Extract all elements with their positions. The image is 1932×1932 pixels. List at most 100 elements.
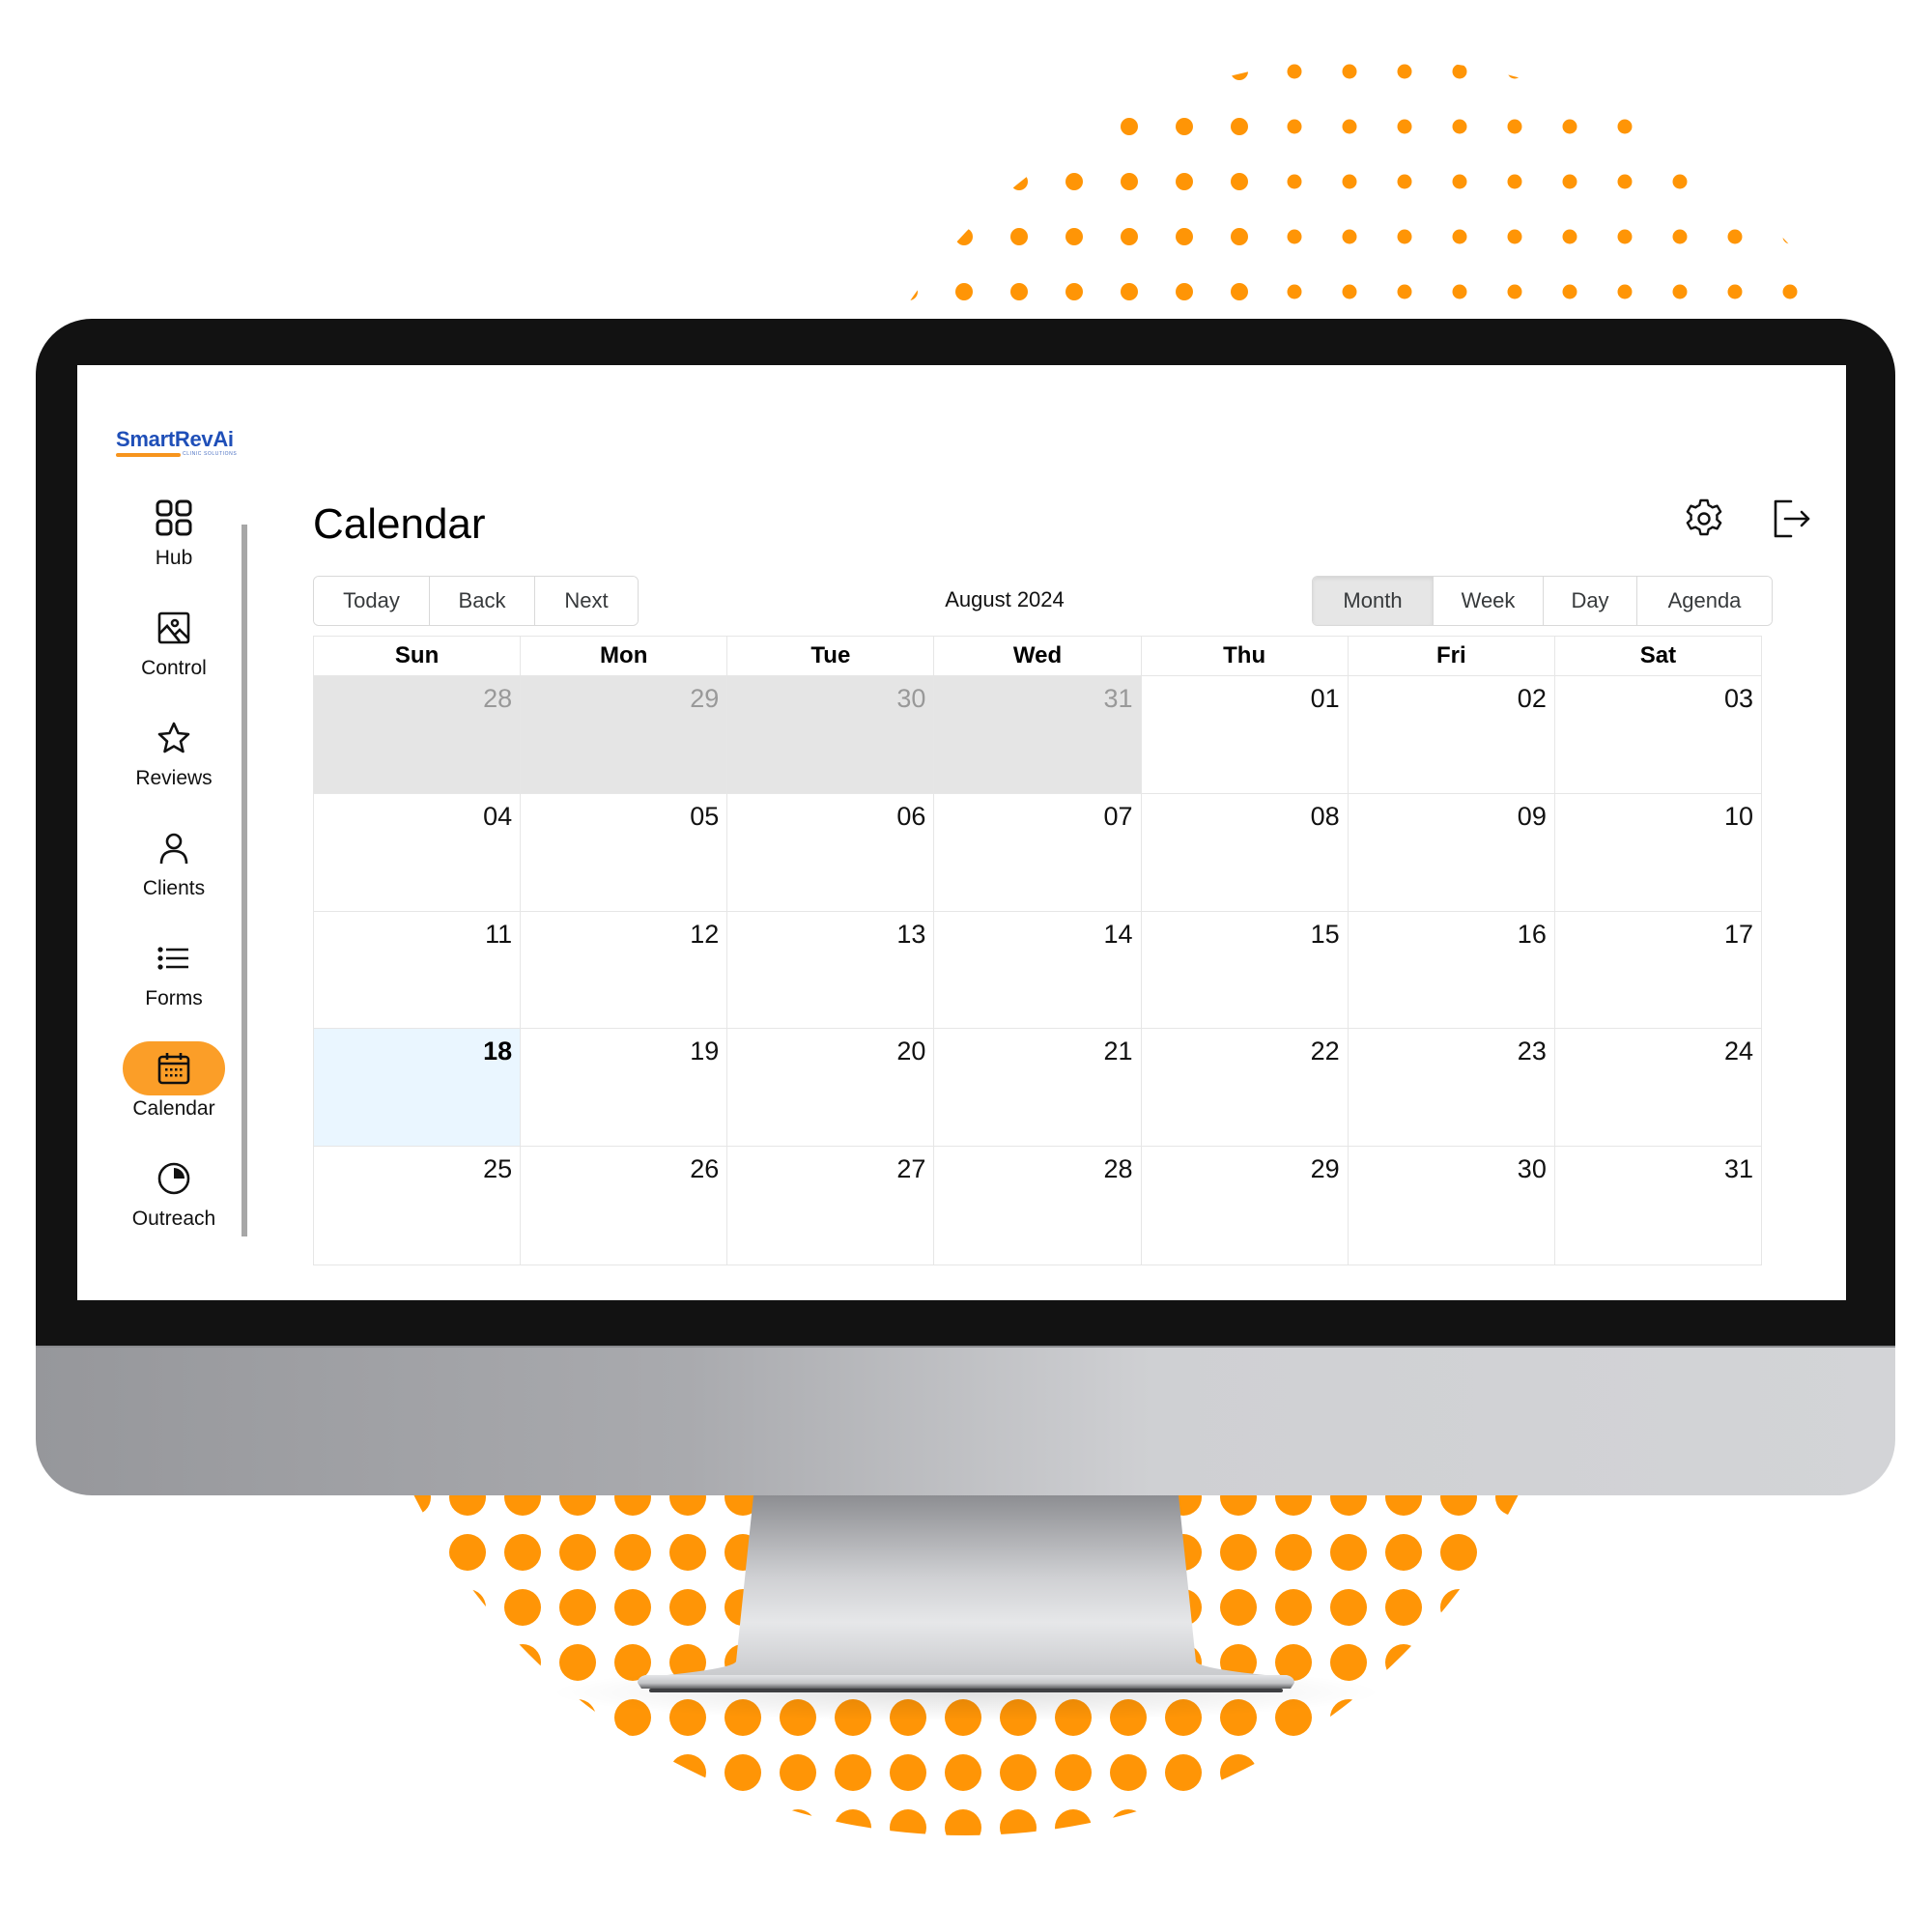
day-cell[interactable]: 04 bbox=[314, 793, 522, 911]
day-number[interactable]: 12 bbox=[690, 920, 719, 950]
day-cell[interactable]: 10 bbox=[1555, 794, 1761, 911]
sidebar-scrollbar[interactable] bbox=[242, 525, 247, 1236]
decor-dot bbox=[614, 1809, 651, 1835]
sidebar-item-hub[interactable]: Hub bbox=[118, 491, 230, 587]
day-cell[interactable]: 05 bbox=[521, 793, 728, 911]
sidebar-item-calendar[interactable]: Calendar bbox=[118, 1041, 230, 1138]
day-number[interactable]: 07 bbox=[1104, 802, 1133, 832]
day-number[interactable]: 30 bbox=[1518, 1154, 1547, 1184]
day-cell[interactable]: 19 bbox=[521, 1029, 728, 1147]
day-number[interactable]: 31 bbox=[1724, 1154, 1753, 1184]
day-number[interactable]: 02 bbox=[1518, 684, 1547, 714]
day-cell[interactable]: 31 bbox=[1555, 1147, 1761, 1264]
decor-dot bbox=[1452, 229, 1467, 244]
day-cell[interactable]: 23 bbox=[1349, 1029, 1555, 1147]
day-number[interactable]: 31 bbox=[1104, 684, 1133, 714]
day-cell[interactable]: 14 bbox=[934, 911, 1142, 1029]
day-cell[interactable]: 21 bbox=[934, 1029, 1142, 1147]
decor-dot bbox=[1550, 1644, 1584, 1681]
day-number[interactable]: 11 bbox=[485, 920, 512, 950]
view-month-button[interactable]: Month bbox=[1313, 577, 1434, 625]
day-cell[interactable]: 11 bbox=[314, 911, 522, 1029]
day-cell[interactable]: 12 bbox=[521, 911, 728, 1029]
day-cell[interactable]: 15 bbox=[1142, 911, 1349, 1029]
day-number[interactable]: 29 bbox=[690, 684, 719, 714]
day-number[interactable]: 28 bbox=[483, 684, 512, 714]
day-cell[interactable]: 29 bbox=[1142, 1147, 1349, 1264]
decor-dot bbox=[1605, 1644, 1642, 1681]
day-number[interactable]: 18 bbox=[483, 1037, 512, 1066]
day-cell-off-range[interactable]: 29 bbox=[521, 676, 728, 793]
view-week-button[interactable]: Week bbox=[1434, 577, 1544, 625]
day-number[interactable]: 14 bbox=[1104, 920, 1133, 950]
day-number[interactable]: 10 bbox=[1724, 802, 1753, 832]
week-row: 25 26 27 28 29 30 31 bbox=[314, 1147, 1761, 1264]
next-button[interactable]: Next bbox=[535, 577, 638, 625]
sidebar-item-forms[interactable]: Forms bbox=[118, 931, 230, 1028]
day-cell[interactable]: 09 bbox=[1349, 793, 1555, 911]
day-cell[interactable]: 03 bbox=[1555, 676, 1761, 793]
day-number[interactable]: 04 bbox=[483, 802, 512, 832]
day-cell-off-range[interactable]: 31 bbox=[934, 676, 1142, 793]
back-button[interactable]: Back bbox=[430, 577, 535, 625]
day-cell[interactable]: 02 bbox=[1349, 676, 1555, 793]
view-day-button[interactable]: Day bbox=[1544, 577, 1637, 625]
day-cell[interactable]: 13 bbox=[727, 911, 935, 1029]
day-number[interactable]: 17 bbox=[1724, 920, 1753, 950]
user-icon bbox=[123, 821, 225, 875]
day-cell[interactable]: 22 bbox=[1142, 1029, 1349, 1147]
day-number[interactable]: 26 bbox=[690, 1154, 719, 1184]
day-number[interactable]: 23 bbox=[1518, 1037, 1547, 1066]
day-number[interactable]: 24 bbox=[1724, 1037, 1753, 1066]
settings-button[interactable] bbox=[1681, 496, 1727, 542]
sidebar-item-outreach[interactable]: Outreach bbox=[118, 1151, 230, 1248]
decor-dot bbox=[348, 1534, 376, 1571]
day-cell[interactable]: 28 bbox=[934, 1147, 1142, 1264]
day-cell[interactable]: 01 bbox=[1142, 676, 1349, 793]
day-cell[interactable]: 06 bbox=[727, 793, 935, 911]
day-number[interactable]: 03 bbox=[1724, 684, 1753, 714]
day-number[interactable]: 21 bbox=[1104, 1037, 1133, 1066]
decor-dot bbox=[504, 1644, 541, 1681]
day-cell[interactable]: 17 bbox=[1555, 912, 1761, 1029]
decor-dot bbox=[1287, 174, 1302, 189]
sidebar-item-control[interactable]: Control bbox=[118, 601, 230, 697]
day-cell[interactable]: 25 bbox=[314, 1147, 522, 1264]
day-number[interactable]: 30 bbox=[896, 684, 925, 714]
decor-dot bbox=[449, 1589, 486, 1626]
day-cell[interactable]: 07 bbox=[934, 793, 1142, 911]
day-cell[interactable]: 26 bbox=[521, 1147, 728, 1264]
day-cell[interactable]: 20 bbox=[727, 1029, 935, 1147]
logout-button[interactable] bbox=[1768, 496, 1814, 542]
view-agenda-button[interactable]: Agenda bbox=[1637, 577, 1772, 625]
day-number[interactable]: 16 bbox=[1518, 920, 1547, 950]
decor-dot bbox=[1397, 64, 1412, 79]
day-number[interactable]: 19 bbox=[690, 1037, 719, 1066]
day-cell[interactable]: 27 bbox=[727, 1147, 935, 1264]
day-cell-off-range[interactable]: 28 bbox=[314, 676, 522, 793]
day-cell-off-range[interactable]: 30 bbox=[727, 676, 935, 793]
day-number[interactable]: 27 bbox=[896, 1154, 925, 1184]
day-number[interactable]: 29 bbox=[1311, 1154, 1340, 1184]
day-number[interactable]: 22 bbox=[1311, 1037, 1340, 1066]
day-cell[interactable]: 30 bbox=[1349, 1147, 1555, 1264]
day-number[interactable]: 15 bbox=[1311, 920, 1340, 950]
day-cell[interactable]: 08 bbox=[1142, 793, 1349, 911]
decor-dot bbox=[1605, 1534, 1642, 1571]
day-number[interactable]: 05 bbox=[690, 802, 719, 832]
day-number[interactable]: 25 bbox=[483, 1154, 512, 1184]
day-cell[interactable]: 16 bbox=[1349, 911, 1555, 1029]
day-number[interactable]: 20 bbox=[896, 1037, 925, 1066]
day-number[interactable]: 09 bbox=[1518, 802, 1547, 832]
brand-logo[interactable]: SmartRevAi CLINIC SOLUTIONS bbox=[116, 427, 237, 457]
sidebar-item-clients[interactable]: Clients bbox=[118, 821, 230, 918]
day-number[interactable]: 28 bbox=[1104, 1154, 1133, 1184]
today-button[interactable]: Today bbox=[314, 577, 430, 625]
day-number[interactable]: 01 bbox=[1311, 684, 1340, 714]
day-number[interactable]: 13 bbox=[896, 920, 925, 950]
day-number[interactable]: 06 bbox=[896, 802, 925, 832]
day-cell-today[interactable]: 18 bbox=[314, 1029, 522, 1147]
day-cell[interactable]: 24 bbox=[1555, 1029, 1761, 1146]
day-number[interactable]: 08 bbox=[1311, 802, 1340, 832]
sidebar-item-reviews[interactable]: Reviews bbox=[118, 711, 230, 808]
